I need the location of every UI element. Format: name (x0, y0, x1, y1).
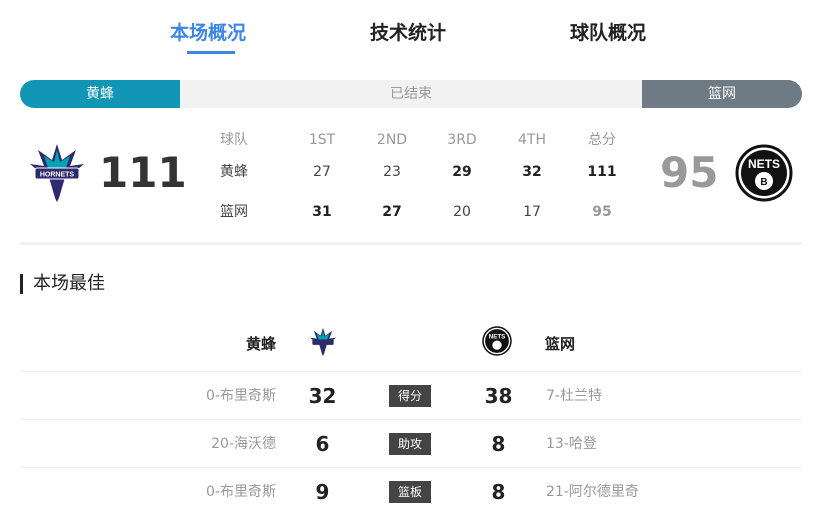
score-row-home: 黄蜂 27 23 29 32 111 (200, 157, 640, 187)
best-home-team: 黄蜂 (246, 335, 277, 353)
row-total: 111 (587, 164, 617, 180)
best-away-team: 篮网 (545, 335, 576, 353)
active-tab-indicator (187, 51, 235, 54)
section-divider (20, 242, 802, 245)
away-stat-value: 8 (491, 432, 506, 456)
row-team: 黄蜂 (220, 164, 248, 180)
header-q1: 1ST (308, 132, 336, 148)
row-q4: 17 (523, 204, 541, 220)
score-table-header: 球队 1ST 2ND 3RD 4TH 总分 (200, 125, 640, 155)
stat-label: 助攻 (389, 433, 431, 455)
home-stat-value: 32 (308, 384, 337, 408)
hornets-logo-icon: HORNETS (30, 144, 84, 202)
status-away-team: 篮网 (642, 80, 802, 108)
away-player-name[interactable]: 21-阿尔德里奇 (546, 468, 639, 516)
stat-label: 篮板 (389, 481, 431, 503)
home-player-name[interactable]: 0-布里奇斯 (206, 372, 276, 420)
away-player-name[interactable]: 13-哈登 (546, 420, 597, 468)
row-total: 95 (592, 204, 612, 220)
game-status-bar: 黄蜂 已结束 篮网 (20, 80, 802, 108)
nets-logo-icon: NETS (482, 326, 512, 356)
header-q3: 3RD (447, 132, 477, 148)
best-row-rebounds: 0-布里奇斯 9 篮板 8 21-阿尔德里奇 (20, 467, 802, 515)
svg-text:B: B (760, 177, 767, 188)
header-total: 总分 (588, 132, 616, 148)
best-row-assists: 20-海沃德 6 助攻 8 13-哈登 (20, 419, 802, 467)
home-player-name[interactable]: 20-海沃德 (211, 420, 276, 468)
home-stat-value: 6 (315, 432, 330, 456)
home-stat-value: 9 (315, 480, 330, 504)
header-team: 球队 (220, 132, 248, 148)
row-q1: 31 (312, 204, 332, 220)
tab-team-overview[interactable]: 球队概况 (570, 18, 646, 45)
best-section-title: 本场最佳 (20, 274, 105, 294)
away-player-name[interactable]: 7-杜兰特 (546, 372, 602, 420)
away-stat-value: 38 (484, 384, 513, 408)
best-row-points: 0-布里奇斯 32 得分 38 7-杜兰特 (20, 371, 802, 419)
row-q2: 23 (383, 164, 401, 180)
svg-text:NETS: NETS (748, 157, 780, 171)
away-stat-value: 8 (491, 480, 506, 504)
nets-logo-icon: NETS B (735, 144, 793, 202)
home-total-score: 111 (99, 148, 187, 197)
status-home-team: 黄蜂 (20, 80, 180, 108)
tab-game-overview[interactable]: 本场概况 (170, 18, 246, 45)
row-q2: 27 (382, 204, 402, 220)
row-team: 篮网 (220, 204, 248, 220)
score-row-away: 篮网 31 27 20 17 95 (200, 197, 640, 227)
row-q4: 32 (522, 164, 542, 180)
row-q3: 20 (453, 204, 471, 220)
header-q2: 2ND (376, 132, 408, 148)
home-player-name[interactable]: 0-布里奇斯 (206, 468, 276, 516)
game-state: 已结束 (390, 86, 432, 102)
header-q4: 4TH (518, 132, 546, 148)
tab-bar: 本场概况 技术统计 球队概况 (0, 0, 829, 60)
tab-tech-stats[interactable]: 技术统计 (370, 18, 446, 45)
row-q1: 27 (313, 164, 331, 180)
hornets-logo-icon (309, 327, 337, 356)
svg-text:HORNETS: HORNETS (40, 172, 75, 179)
row-q3: 29 (452, 164, 472, 180)
svg-text:NETS: NETS (489, 333, 506, 340)
stat-label: 得分 (389, 385, 431, 407)
away-total-score: 95 (660, 148, 719, 197)
